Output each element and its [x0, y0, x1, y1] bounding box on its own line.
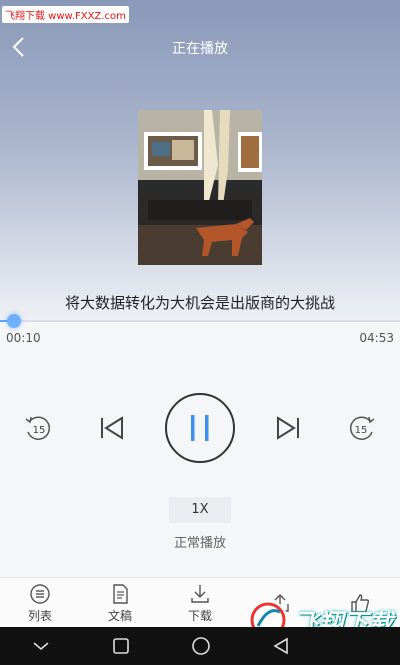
- tab-document[interactable]: 文稿: [80, 578, 160, 628]
- play-mode-label: 正常播放: [173, 536, 226, 551]
- document-icon: [113, 583, 128, 604]
- rewind-15-button[interactable]: 15: [22, 412, 54, 444]
- total-time: 04:53: [359, 331, 394, 345]
- nav-home-icon[interactable]: [191, 636, 211, 656]
- system-nav-bar: [0, 627, 400, 665]
- track-title: 将大数据转化为大机会是出版商的大挑战: [64, 294, 335, 312]
- tab-download-label: 下载: [187, 608, 212, 623]
- nav-recents-icon[interactable]: [112, 637, 130, 655]
- forward-label: 15: [355, 425, 368, 436]
- album-cover: [138, 110, 262, 265]
- tab-download[interactable]: 下载: [160, 578, 240, 628]
- pause-button[interactable]: [164, 392, 236, 464]
- forward-15-icon: 15: [349, 416, 375, 440]
- rewind-label: 15: [33, 425, 46, 436]
- current-time: 00:10: [6, 331, 41, 345]
- progress-knob[interactable]: [6, 314, 21, 328]
- progress-bar[interactable]: [0, 314, 400, 328]
- forward-15-button[interactable]: 15: [346, 412, 378, 444]
- next-icon: [277, 416, 299, 440]
- speed-button[interactable]: 1X: [169, 497, 231, 523]
- list-icon: [30, 583, 50, 604]
- tab-list-label: 列表: [27, 608, 52, 623]
- nav-back-icon[interactable]: [272, 637, 290, 655]
- nav-hide-icon[interactable]: [31, 639, 51, 653]
- watermark: 飞翔下载 www.FXXZ.com: [2, 6, 129, 23]
- rewind-15-icon: 15: [25, 416, 51, 440]
- previous-icon: [101, 416, 123, 440]
- page-title: 正在播放: [172, 41, 228, 57]
- previous-button[interactable]: [98, 414, 128, 442]
- download-icon: [191, 584, 209, 603]
- tab-list[interactable]: 列表: [0, 578, 80, 628]
- tab-document-label: 文稿: [107, 608, 132, 623]
- pause-icon: [165, 393, 235, 463]
- next-button[interactable]: [272, 414, 302, 442]
